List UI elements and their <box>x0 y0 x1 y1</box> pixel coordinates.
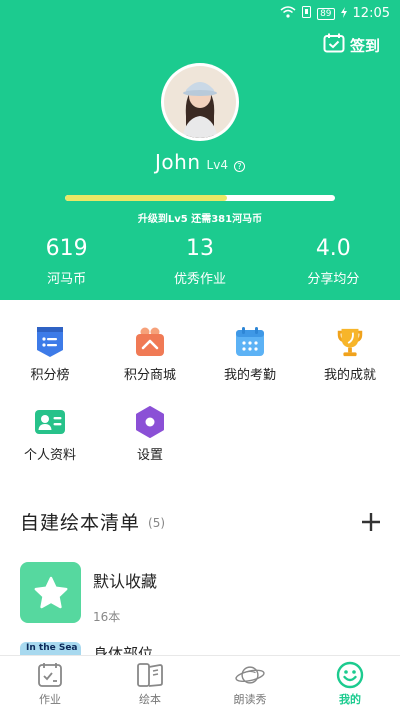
user-name-row: John Lv4 ? <box>0 150 400 174</box>
feature-settings[interactable]: 设置 <box>100 406 200 486</box>
booklist-item[interactable]: 默认收藏 16本 <box>20 562 380 624</box>
feature-leaderboard[interactable]: 积分榜 <box>0 326 100 406</box>
level-progress-fill <box>65 195 227 201</box>
stat-excellent-homework[interactable]: 13 优秀作业 <box>133 234 266 287</box>
tab-picture-books[interactable]: 绘本 <box>100 656 200 711</box>
user-name: John <box>155 150 201 174</box>
battery-level: 89 <box>317 7 335 20</box>
feature-label: 积分商城 <box>123 368 176 383</box>
booklist-count: (5) <box>148 516 166 530</box>
stat-value: 619 <box>45 236 88 261</box>
feature-label: 我的考勤 <box>223 368 276 383</box>
leaderboard-icon <box>34 326 66 358</box>
plus-icon <box>362 512 380 531</box>
checkin-label: 签到 <box>349 36 380 55</box>
calendar-icon <box>234 326 266 358</box>
planet-icon <box>235 661 265 689</box>
booklist-item[interactable]: In the Sea 身体部位 <box>20 642 380 656</box>
avatar-image <box>164 66 236 138</box>
star-icon <box>34 576 67 608</box>
booklist-cover-text: In the Sea <box>20 642 81 656</box>
booklist-title: 自建绘本清单 <box>20 512 141 534</box>
bottom-tab-bar: 作业 绘本 朗读秀 我的 <box>0 655 400 711</box>
stat-label: 优秀作业 <box>173 272 226 287</box>
smile-icon <box>335 661 365 689</box>
calendar-check-icon <box>323 33 345 57</box>
profile-card-icon <box>34 406 66 438</box>
charging-icon <box>340 6 347 21</box>
feature-label: 积分榜 <box>30 368 70 383</box>
booklist-info: 默认收藏 16本 <box>93 562 157 624</box>
shop-icon <box>134 326 166 358</box>
tab-homework[interactable]: 作业 <box>0 656 100 711</box>
feature-shop[interactable]: 积分商城 <box>100 326 200 406</box>
feature-label: 我的成就 <box>323 368 376 383</box>
booklist-name: 身体部位 <box>93 645 154 656</box>
booklist-cover <box>20 562 81 623</box>
status-icons: 89 12:05 <box>280 6 390 21</box>
booklist-name: 默认收藏 <box>93 572 158 591</box>
stats-row: 619 河马币 13 优秀作业 4.0 分享均分 <box>0 234 400 287</box>
trophy-icon <box>334 326 366 358</box>
tab-label: 绘本 <box>139 693 161 706</box>
level-progress-bar <box>65 195 335 201</box>
add-booklist-button[interactable] <box>360 511 382 533</box>
feature-achievements[interactable]: 我的成就 <box>300 326 400 406</box>
tab-mine[interactable]: 我的 <box>300 656 400 711</box>
stat-coins[interactable]: 619 河马币 <box>0 234 133 287</box>
level-progress-text: 升级到Lv5 还需381河马币 <box>137 214 263 225</box>
sim-icon <box>302 6 312 21</box>
feature-label: 个人资料 <box>23 448 76 463</box>
stat-label: 分享均分 <box>307 272 360 287</box>
user-level: Lv4 <box>206 158 228 172</box>
feature-attendance[interactable]: 我的考勤 <box>200 326 300 406</box>
booklist-book-count: 16本 <box>93 610 121 624</box>
status-bar: 89 12:05 <box>0 0 400 28</box>
tab-label: 我的 <box>339 693 361 706</box>
feature-label: 设置 <box>136 448 163 463</box>
stat-value: 13 <box>185 236 214 261</box>
tab-label: 朗读秀 <box>233 693 267 706</box>
help-icon[interactable]: ? <box>233 161 245 172</box>
homework-icon <box>35 661 65 689</box>
feature-grid: 积分榜 积分商城 我的考勤 我的成就 个人资料 设置 <box>0 326 400 486</box>
avatar[interactable] <box>161 63 239 141</box>
tab-label: 作业 <box>39 693 61 706</box>
wifi-icon <box>280 6 296 21</box>
checkin-button[interactable]: 签到 <box>323 33 380 57</box>
tab-reading-show[interactable]: 朗读秀 <box>200 656 300 711</box>
stat-label: 河马币 <box>47 272 87 287</box>
settings-icon <box>134 406 166 438</box>
booklist-header: 自建绘本清单 (5) <box>20 508 382 535</box>
status-time: 12:05 <box>352 6 390 21</box>
profile-header: 89 12:05 签到 John Lv4 ? 升级到Lv5 还需381河马币 6… <box>0 0 400 300</box>
stat-value: 4.0 <box>315 236 351 261</box>
feature-profile[interactable]: 个人资料 <box>0 406 100 486</box>
book-icon <box>135 661 165 689</box>
stat-share-score[interactable]: 4.0 分享均分 <box>267 234 400 287</box>
